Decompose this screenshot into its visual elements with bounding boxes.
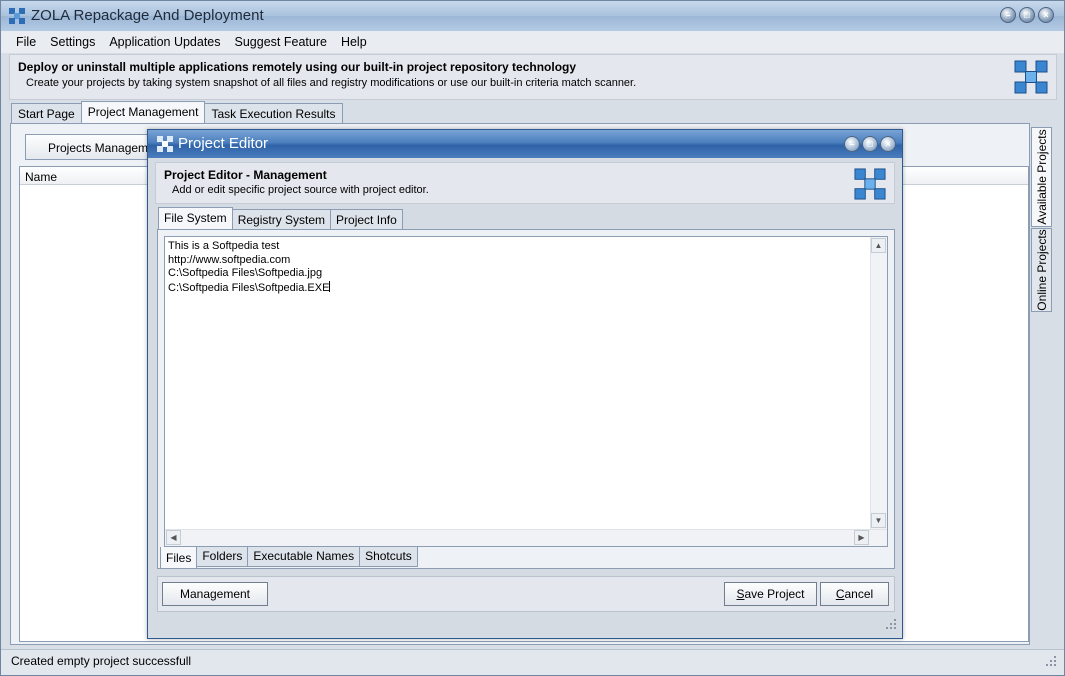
maximize-button[interactable]: □	[862, 136, 878, 152]
tab-registry-system[interactable]: Registry System	[231, 209, 332, 229]
app-logo-icon	[9, 8, 25, 27]
side-tab-online-projects[interactable]: Online Projects	[1031, 228, 1052, 312]
cancel-label: ancel	[844, 587, 874, 601]
management-button[interactable]: Management	[162, 582, 268, 606]
editor-line: C:\Softpedia Files\Softpedia.EXE	[168, 281, 330, 294]
file-system-panel: This is a Softpedia test http://www.soft…	[157, 229, 895, 569]
app-logo-icon	[157, 136, 173, 155]
menu-application-updates[interactable]: Application Updates	[102, 35, 227, 49]
file-system-subtabs: Files Folders Executable Names Shotcuts	[160, 547, 418, 569]
project-editor-dialog: Project Editor – □ × Project Editor - Ma…	[147, 129, 903, 639]
dialog-banner: Project Editor - Management Add or edit …	[155, 162, 895, 204]
close-button[interactable]: ×	[1038, 7, 1054, 23]
tab-start-page[interactable]: Start Page	[11, 103, 82, 123]
vertical-scrollbar[interactable]: ▲ ▼	[870, 237, 887, 529]
side-tab-label: Available Projects	[1034, 129, 1049, 225]
file-system-text-editor[interactable]: This is a Softpedia test http://www.soft…	[164, 236, 888, 547]
menu-bar: File Settings Application Updates Sugges…	[1, 31, 1064, 53]
text-caret	[329, 280, 331, 292]
scroll-down-arrow-icon[interactable]: ▼	[871, 513, 886, 528]
scroll-left-arrow-icon[interactable]: ◀	[166, 530, 181, 545]
cancel-button[interactable]: Cancel	[820, 582, 889, 606]
minimize-button[interactable]: –	[844, 136, 860, 152]
main-tabs: Start Page Project Management Task Execu…	[11, 101, 343, 123]
editor-line: http://www.softpedia.com	[168, 253, 291, 266]
tab-project-management[interactable]: Project Management	[80, 101, 206, 123]
scroll-right-arrow-icon[interactable]: ▶	[854, 530, 869, 545]
dialog-title-bar[interactable]: Project Editor – □ ×	[148, 130, 902, 158]
menu-help[interactable]: Help	[334, 35, 374, 49]
header-banner: Deploy or uninstall multiple application…	[9, 54, 1057, 100]
status-text: Created empty project successfull	[11, 654, 192, 668]
app-logo-icon	[1014, 60, 1048, 97]
tab-task-execution-results[interactable]: Task Execution Results	[204, 103, 343, 123]
projects-management-button[interactable]: Projects Management	[25, 134, 165, 160]
subtab-files[interactable]: Files	[160, 547, 198, 569]
dialog-title: Project Editor	[178, 135, 269, 152]
dialog-banner-title: Project Editor - Management	[164, 168, 327, 182]
save-label: ave Project	[744, 587, 805, 601]
title-bar: ZOLA Repackage And Deployment – □ ×	[1, 1, 1064, 31]
dialog-tabs: File System Registry System Project Info	[158, 207, 403, 229]
side-tab-label: Online Projects	[1034, 229, 1049, 311]
menu-suggest-feature[interactable]: Suggest Feature	[228, 35, 334, 49]
editor-line: C:\Softpedia Files\Softpedia.jpg	[168, 267, 323, 279]
maximize-button[interactable]: □	[1019, 7, 1035, 23]
banner-title: Deploy or uninstall multiple application…	[18, 60, 577, 74]
banner-subtitle: Create your projects by taking system sn…	[26, 77, 637, 89]
horizontal-scrollbar[interactable]: ◀ ▶	[165, 529, 887, 546]
app-logo-icon	[854, 168, 886, 203]
side-tab-available-projects[interactable]: Available Projects	[1031, 127, 1052, 227]
status-bar: Created empty project successfull	[1, 649, 1064, 675]
dialog-footer: Management Save Project Cancel	[157, 576, 895, 612]
tab-file-system[interactable]: File System	[158, 207, 233, 229]
window-title: ZOLA Repackage And Deployment	[31, 7, 264, 24]
tab-project-info[interactable]: Project Info	[330, 209, 403, 229]
close-button[interactable]: ×	[880, 136, 896, 152]
minimize-button[interactable]: –	[1000, 7, 1016, 23]
subtab-folders[interactable]: Folders	[196, 547, 249, 567]
subtab-shortcuts[interactable]: Shotcuts	[359, 547, 418, 567]
scroll-up-arrow-icon[interactable]: ▲	[871, 238, 886, 253]
resize-grip-icon[interactable]	[1046, 655, 1056, 669]
menu-settings[interactable]: Settings	[43, 35, 102, 49]
resize-grip-icon[interactable]	[886, 618, 896, 632]
dialog-banner-subtitle: Add or edit specific project source with…	[172, 184, 429, 196]
menu-file[interactable]: File	[9, 35, 43, 49]
editor-line: This is a Softpedia test	[168, 240, 280, 252]
save-project-button[interactable]: Save Project	[724, 582, 817, 606]
subtab-executable-names[interactable]: Executable Names	[247, 547, 361, 567]
